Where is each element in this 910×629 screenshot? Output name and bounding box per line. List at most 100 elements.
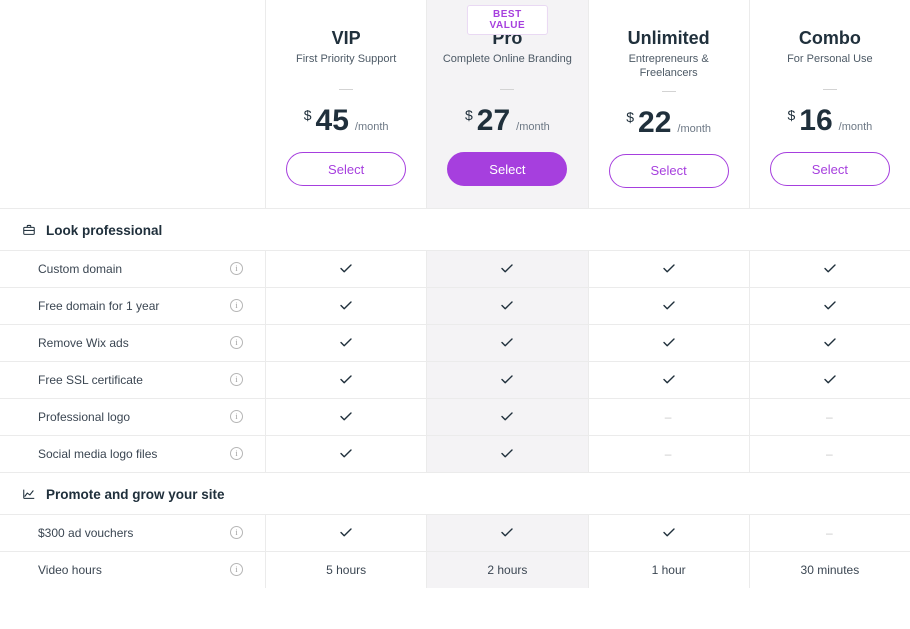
info-icon[interactable]: i — [230, 299, 243, 312]
per-month-label: /month — [355, 121, 389, 133]
feature-value-cell — [426, 250, 587, 287]
feature-value-cell — [265, 361, 426, 398]
feature-label: Social media logo files — [38, 447, 157, 461]
feature-value-cell — [426, 514, 587, 551]
plan-header-unlimited: UnlimitedEntrepreneurs & Freelancers$22/… — [588, 0, 749, 208]
feature-value-cell — [749, 324, 910, 361]
check-icon — [501, 526, 513, 540]
feature-label: Custom domain — [38, 262, 122, 276]
check-icon — [501, 336, 513, 350]
feature-value-cell — [749, 287, 910, 324]
feature-value-cell — [588, 250, 749, 287]
plan-header-combo: Combo For Personal Use $16/month Select — [749, 0, 910, 208]
divider — [662, 91, 676, 92]
check-icon — [501, 262, 513, 276]
feature-label-cell: Social media logo files i — [0, 435, 265, 472]
check-icon — [340, 336, 352, 350]
feature-value-cell: 2 hours — [426, 551, 587, 588]
check-icon — [340, 410, 352, 424]
plan-price: 45 — [316, 104, 349, 138]
section-title: Look professional — [46, 223, 162, 238]
feature-value-cell — [426, 324, 587, 361]
check-icon — [340, 262, 352, 276]
not-included-icon: – — [826, 526, 834, 540]
feature-value-cell — [265, 287, 426, 324]
not-included-icon: – — [665, 410, 673, 424]
check-icon — [663, 299, 675, 313]
info-icon[interactable]: i — [230, 526, 243, 539]
price-row: $45/month — [304, 104, 389, 138]
per-month-label: /month — [839, 121, 873, 133]
check-icon — [501, 373, 513, 387]
feature-value-cell: 5 hours — [265, 551, 426, 588]
plan-name: Unlimited — [628, 28, 710, 49]
info-icon[interactable]: i — [230, 447, 243, 460]
feature-label: Video hours — [38, 563, 102, 577]
feature-label-cell: Professional logoi — [0, 398, 265, 435]
check-icon — [340, 447, 352, 461]
info-icon[interactable]: i — [230, 262, 243, 275]
per-month-label: /month — [516, 121, 550, 133]
currency-symbol: $ — [465, 107, 473, 123]
check-icon — [824, 373, 836, 387]
feature-value-cell: 1 hour — [588, 551, 749, 588]
feature-value-cell — [426, 361, 587, 398]
feature-value-cell — [426, 435, 587, 472]
check-icon — [663, 373, 675, 387]
price-row: $16/month — [787, 104, 872, 138]
plan-name: Combo — [799, 28, 861, 49]
feature-value-cell — [588, 514, 749, 551]
not-included-icon: – — [826, 410, 834, 424]
feature-label-cell: Free domain for 1 yeari — [0, 287, 265, 324]
check-icon — [663, 336, 675, 350]
plan-subtitle: Complete Online Branding — [443, 53, 572, 79]
feature-value-cell: – — [588, 435, 749, 472]
check-icon — [340, 526, 352, 540]
feature-value-cell — [749, 250, 910, 287]
not-included-icon: – — [665, 447, 673, 461]
feature-value-cell — [265, 250, 426, 287]
check-icon — [340, 373, 352, 387]
feature-value-cell: – — [749, 398, 910, 435]
feature-value-cell — [426, 287, 587, 324]
info-icon[interactable]: i — [230, 336, 243, 349]
check-icon — [663, 262, 675, 276]
best-value-badge: BEST VALUE — [467, 5, 547, 35]
check-icon — [663, 526, 675, 540]
feature-value-cell: 30 minutes — [749, 551, 910, 588]
price-row: $22/month — [626, 106, 711, 140]
feature-value-cell — [265, 514, 426, 551]
feature-label-cell: $300 ad vouchersi — [0, 514, 265, 551]
section-title: Promote and grow your site — [46, 487, 225, 502]
check-icon — [824, 336, 836, 350]
info-icon[interactable]: i — [230, 410, 243, 423]
select-button-vip[interactable]: Select — [286, 152, 406, 186]
feature-value-cell — [588, 361, 749, 398]
trend-up-icon — [22, 487, 36, 501]
divider — [500, 89, 514, 90]
feature-label: Free SSL certificate — [38, 373, 143, 387]
plan-header-vip: VIPFirst Priority Support$45/monthSelect — [265, 0, 426, 208]
check-icon — [340, 299, 352, 313]
currency-symbol: $ — [304, 107, 312, 123]
divider — [823, 89, 837, 90]
check-icon — [501, 447, 513, 461]
price-row: $27/month — [465, 104, 550, 138]
check-icon — [824, 262, 836, 276]
feature-value-cell — [426, 398, 587, 435]
feature-value-text: 30 minutes — [801, 563, 860, 577]
select-button-combo[interactable]: Select — [770, 152, 890, 186]
select-button-pro[interactable]: Select — [447, 152, 567, 186]
info-icon[interactable]: i — [230, 563, 243, 576]
select-button-unlimited[interactable]: Select — [609, 154, 729, 188]
check-icon — [501, 410, 513, 424]
check-icon — [501, 299, 513, 313]
empty-header-cell — [0, 0, 265, 208]
feature-value-cell: – — [588, 398, 749, 435]
not-included-icon: – — [826, 447, 834, 461]
info-icon[interactable]: i — [230, 373, 243, 386]
feature-value-cell: – — [749, 435, 910, 472]
plan-header-pro: BEST VALUEProComplete Online Branding$27… — [426, 0, 587, 208]
plan-subtitle: For Personal Use — [787, 53, 873, 79]
feature-value-cell — [588, 324, 749, 361]
